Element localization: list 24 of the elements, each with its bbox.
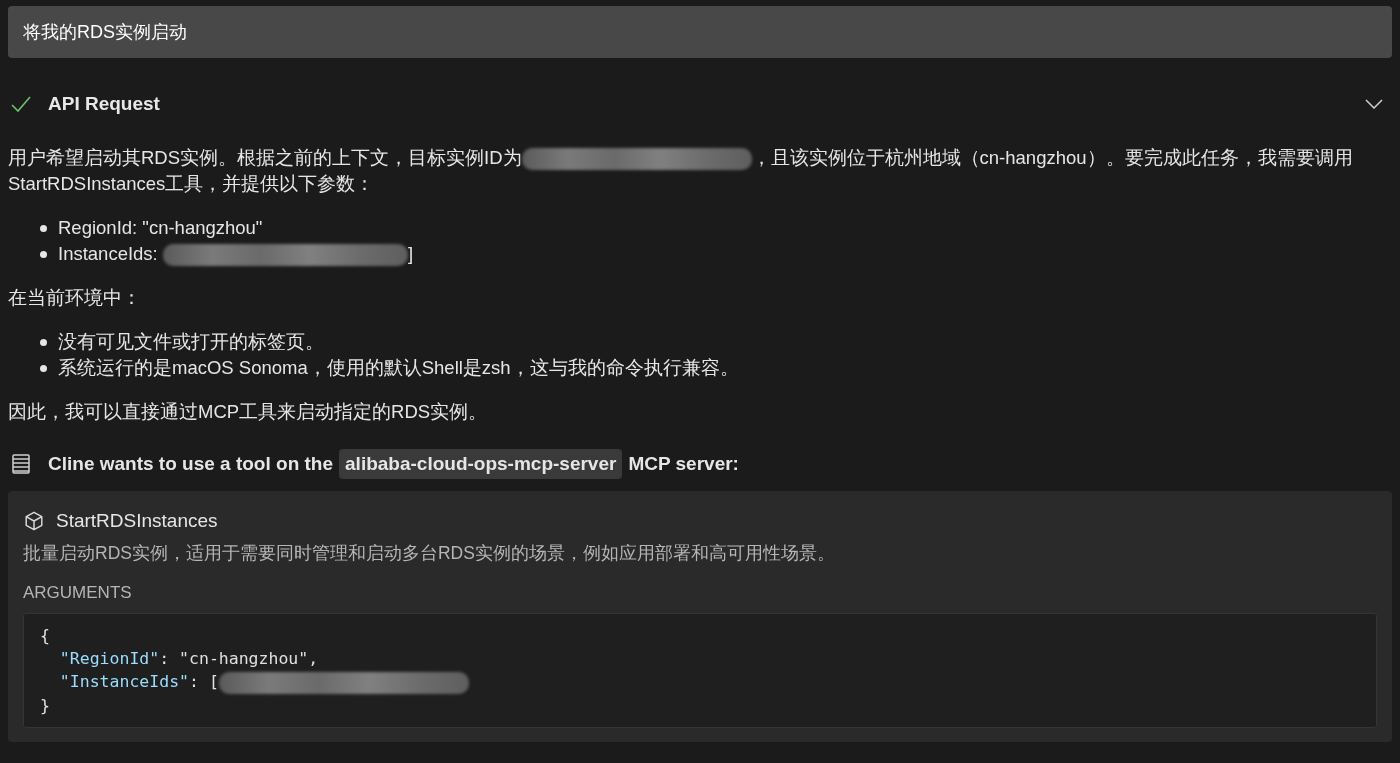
server-name: alibaba-cloud-ops-mcp-server [339,448,623,480]
code-line: } [40,694,50,717]
server-icon [10,453,32,475]
list-item-text: 没有可见文件或打开的标签页。 [58,330,324,354]
bullet-icon [40,251,47,258]
code-line: "RegionId": "cn-hangzhou", [58,648,319,671]
bullet-icon [40,225,47,232]
bullet-icon [40,365,47,372]
reasoning-paragraph: 在当前环境中： [8,286,142,310]
list-item-text: RegionId: "cn-hangzhou" [58,216,263,240]
list-item-text: InstanceIds: ] [58,241,414,267]
bullet-icon [40,339,47,346]
tool-request-text: MCP server: [628,451,739,476]
list-item-text: 系统运行的是macOS Sonoma，使用的默认Shell是zsh，这与我的命令执行兼容。 [58,356,739,380]
reasoning-paragraph: 用户希望启动其RDS实例。根据之前的上下文，目标实例ID为 ，且该实例位于杭州地域（cn-hangzhou）。要完成此任务，我需要调用StartRDSInstances工具，并提供以下参数： [8,146,1354,196]
tool-request-text: Cline wants to use a tool on the [48,451,334,476]
task-message: 将我的RDS实例启动 [8,6,1392,58]
code-line: { [40,625,50,648]
tool-name: StartRDSInstances [56,509,218,533]
api-request-title: API Request [48,91,160,116]
cube-icon [23,510,45,533]
arguments-label: ARGUMENTS [23,581,133,604]
tool-description: 批量启动RDS实例，适用于需要同时管理和启动多台RDS实例的场景，例如应用部署和高可用性场景。 [23,541,836,565]
reasoning-paragraph: 因此，我可以直接通过MCP工具来启动指定的RDS实例。 [8,400,489,424]
